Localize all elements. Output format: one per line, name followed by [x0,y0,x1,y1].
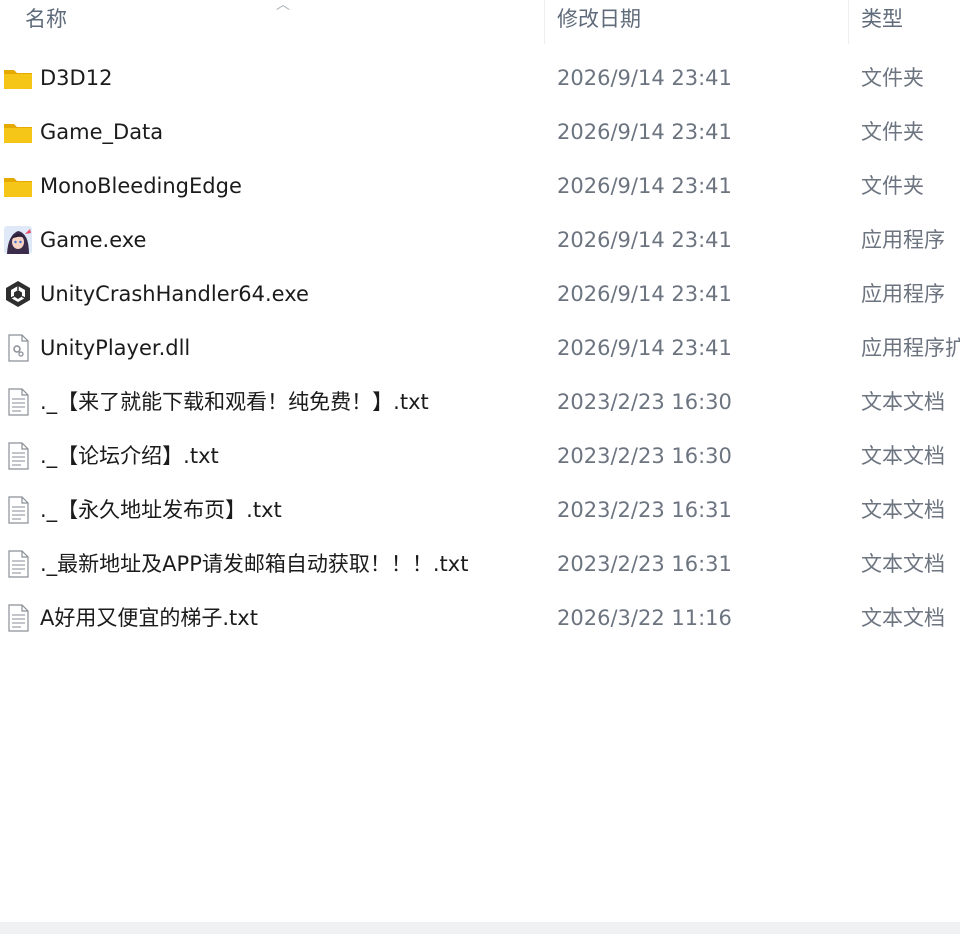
file-modified: 2023/2/23 16:30 [557,444,732,468]
file-name: MonoBleedingEdge [40,174,242,198]
text-file-icon [3,549,33,579]
file-modified: 2023/2/23 16:31 [557,498,732,522]
sort-indicator-icon: ︿ [276,0,290,13]
file-row[interactable]: UnityCrashHandler64.exe 2026/9/14 23:41 … [0,267,960,321]
file-row[interactable]: ._【永久地址发布页】.txt 2023/2/23 16:31 文本文档 [0,483,960,537]
file-row[interactable]: UnityPlayer.dll 2026/9/14 23:41 应用程序扩 [0,321,960,375]
file-name: ._【论坛介绍】.txt [40,444,219,468]
text-file-icon [3,495,33,525]
folder-icon [3,63,33,93]
file-name: Game_Data [40,120,164,144]
file-row[interactable]: ._【论坛介绍】.txt 2023/2/23 16:30 文本文档 [0,429,960,483]
file-row[interactable]: ._【来了就能下载和观看！纯免费！】.txt 2023/2/23 16:30 文… [0,375,960,429]
file-name: A好用又便宜的梯子.txt [40,606,258,630]
file-type: 文本文档 [861,552,945,576]
file-name: UnityCrashHandler64.exe [40,282,309,306]
file-modified: 2026/9/14 23:41 [557,120,732,144]
file-modified: 2026/3/22 11:16 [557,606,732,630]
column-divider[interactable] [848,0,849,44]
file-modified: 2026/9/14 23:41 [557,228,732,252]
file-name: D3D12 [40,66,113,90]
file-modified: 2026/9/14 23:41 [557,174,732,198]
file-type: 文本文档 [861,444,945,468]
column-divider[interactable] [544,0,545,44]
unity-logo-icon [3,279,33,309]
text-file-icon [3,603,33,633]
file-name: UnityPlayer.dll [40,336,191,360]
file-name: ._【永久地址发布页】.txt [40,498,282,522]
folder-icon [3,171,33,201]
file-name: ._【来了就能下载和观看！纯免费！】.txt [40,390,429,414]
file-type: 文本文档 [861,498,945,522]
file-type: 文件夹 [861,66,924,90]
file-type: 文本文档 [861,606,945,630]
column-header-type[interactable]: 类型 [861,0,903,40]
file-row[interactable]: D3D12 2026/9/14 23:41 文件夹 [0,51,960,105]
file-type: 应用程序 [861,228,945,252]
file-row[interactable]: Game.exe 2026/9/14 23:41 应用程序 [0,213,960,267]
file-name: Game.exe [40,228,147,252]
file-type: 应用程序 [861,282,945,306]
file-type: 应用程序扩 [861,336,960,360]
file-row[interactable]: Game_Data 2026/9/14 23:41 文件夹 [0,105,960,159]
column-header-bar: ︿ 名称 修改日期 类型 [0,0,960,44]
file-modified: 2023/2/23 16:31 [557,552,732,576]
file-modified: 2026/9/14 23:41 [557,336,732,360]
column-header-name[interactable]: 名称 [25,0,67,40]
horizontal-scrollbar[interactable] [0,922,960,934]
file-name: ._最新地址及APP请发邮箱自动获取！！！.txt [40,552,469,576]
file-modified: 2026/9/14 23:41 [557,66,732,90]
dll-file-icon [3,333,33,363]
file-type: 文件夹 [861,120,924,144]
file-modified: 2023/2/23 16:30 [557,390,732,414]
file-row[interactable]: MonoBleedingEdge 2026/9/14 23:41 文件夹 [0,159,960,213]
file-row[interactable]: ._最新地址及APP请发邮箱自动获取！！！.txt 2023/2/23 16:3… [0,537,960,591]
file-list: D3D12 2026/9/14 23:41 文件夹 Game_Data 2026… [0,51,960,645]
folder-icon [3,117,33,147]
file-type: 文件夹 [861,174,924,198]
text-file-icon [3,387,33,417]
game-app-icon [3,225,33,255]
column-header-modified[interactable]: 修改日期 [557,0,641,40]
file-type: 文本文档 [861,390,945,414]
file-row[interactable]: A好用又便宜的梯子.txt 2026/3/22 11:16 文本文档 [0,591,960,645]
text-file-icon [3,441,33,471]
file-explorer-window: ︿ 名称 修改日期 类型 D3D12 2026/9/14 23:41 文件夹 G… [0,0,960,934]
file-modified: 2026/9/14 23:41 [557,282,732,306]
